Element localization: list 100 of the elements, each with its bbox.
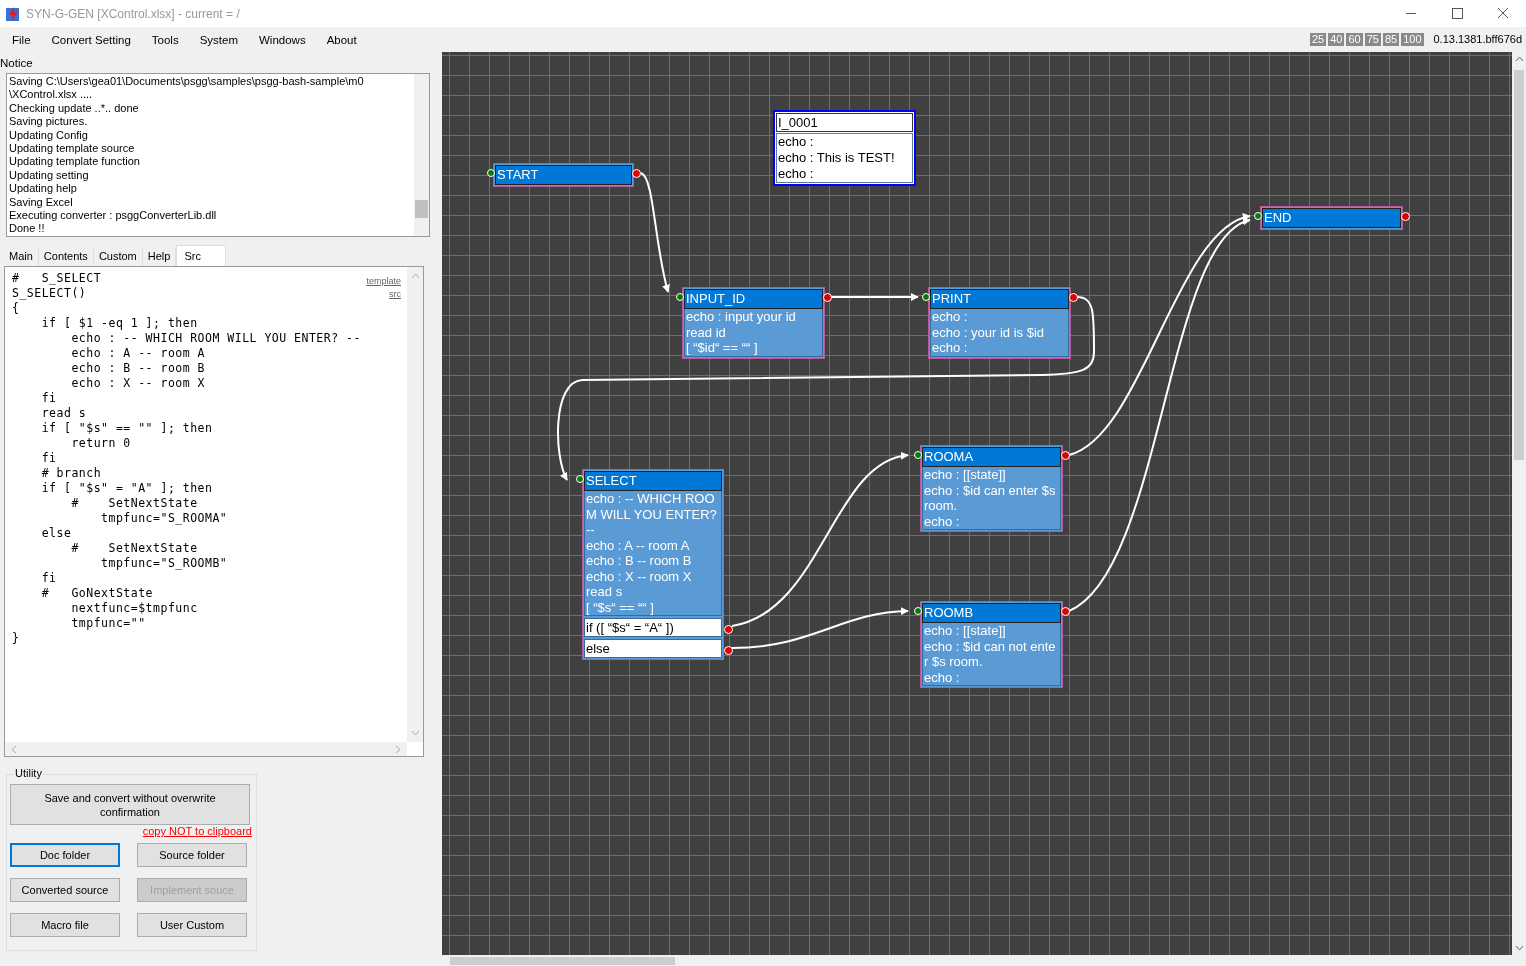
comment-node[interactable]: I_0001 echo : echo : This is TEST! echo :	[773, 110, 916, 186]
node-line: echo : $id can enter $s room.	[924, 482, 1057, 514]
state-node[interactable]: INPUT_ID echo : input your id read id [ “$id“ == ““ ]	[682, 287, 825, 359]
menu-item[interactable]: File	[3, 29, 40, 50]
code-line: read s	[40, 406, 87, 421]
state-canvas[interactable]	[442, 52, 1512, 955]
source-link[interactable]: src	[389, 288, 401, 301]
node-line: echo :	[777, 166, 815, 182]
input-port-icon[interactable]	[576, 475, 584, 483]
utility-button[interactable]: Doc folder	[10, 843, 120, 867]
code-line: S_SELECT()	[12, 286, 87, 301]
menu-item[interactable]: Convert Setting	[42, 29, 140, 50]
output-port-icon[interactable]	[1401, 212, 1410, 221]
node-line: echo : A -- room A	[586, 537, 691, 553]
node-line: [ “$id“ == ““ ]	[686, 340, 759, 356]
code-line: if [ "$s" = "A" ]; then	[40, 481, 213, 496]
code-line: tmpfunc="S_ROOMA"	[100, 511, 228, 526]
node-line: read s	[586, 584, 624, 600]
log-line: Checking update ..*.. done	[9, 101, 140, 116]
code-line: nextfunc=$tmpfunc	[70, 601, 198, 616]
window-title: SYN-G-GEN [XControl.xlsx] - current = /	[26, 5, 240, 23]
clipboard-link[interactable]: copy NOT to clipboard	[142, 825, 252, 838]
menu-item[interactable]: Tools	[142, 29, 188, 50]
log-line: Saving Excel	[9, 195, 74, 210]
node-line: echo : [[state]]	[924, 623, 1007, 639]
input-port-icon[interactable]	[676, 293, 684, 301]
node-line: read id	[686, 324, 727, 340]
tab[interactable]: Src	[176, 245, 227, 266]
branch-row: else	[584, 639, 722, 658]
utility-button[interactable]: User Custom	[137, 913, 247, 937]
output-port-icon[interactable]	[1061, 451, 1070, 460]
utility-button[interactable]: Converted source	[10, 878, 120, 902]
node-line: echo : input your id	[686, 309, 797, 325]
node-title: SELECT	[584, 471, 722, 491]
input-port-icon[interactable]	[914, 607, 922, 615]
node-line: echo : This is TEST!	[777, 150, 896, 166]
state-node[interactable]: ROOMB echo : [[state]] echo : $id can not enter $s room. echo :	[920, 601, 1063, 688]
scrollbar[interactable]	[414, 74, 429, 236]
code-line: # SetNextState	[70, 496, 198, 511]
log-line: Updating template function	[9, 155, 141, 169]
code-line: }	[12, 631, 20, 646]
state-node[interactable]: START	[493, 163, 634, 187]
input-port-icon[interactable]	[914, 451, 922, 459]
node-line: echo :	[777, 134, 815, 150]
node-line: [ “$s“ == ““ ]	[586, 599, 655, 615]
node-line: echo :	[924, 513, 961, 529]
code-line: echo : A -- room A	[70, 346, 205, 361]
output-port-icon[interactable]	[632, 169, 641, 178]
state-node[interactable]: END	[1260, 206, 1403, 230]
log-line: Saving pictures.	[9, 115, 89, 129]
node-line: echo : [[state]]	[924, 467, 1007, 483]
code-line: tmpfunc=""	[70, 616, 146, 631]
code-line: fi	[40, 571, 57, 586]
output-port-icon[interactable]	[724, 646, 733, 655]
notice-label: Notice	[0, 56, 34, 71]
log-line: Updating help	[9, 182, 78, 196]
scroll-down-icon[interactable]	[1514, 945, 1524, 951]
code-line: echo : X -- room X	[70, 376, 205, 391]
state-node[interactable]: PRINT echo : echo : your id is $id echo :	[928, 287, 1071, 359]
state-node[interactable]: ROOMA echo : [[state]] echo : $id can enter $s room. echo :	[920, 445, 1063, 532]
input-port-icon[interactable]	[487, 169, 495, 177]
log-line: Saving C:\Users\gea01\Documents\psgg\samples\psgg-bash-sample\m0	[9, 75, 365, 89]
code-line: # GoNextState	[40, 586, 154, 601]
node-line: echo : your id is $id	[932, 324, 1045, 340]
code-line: echo : B -- room B	[70, 361, 205, 376]
node-title: ROOMB	[922, 603, 1061, 623]
log-line: Updating template source	[9, 142, 136, 156]
code-line: fi	[40, 451, 57, 466]
menu-item[interactable]: Windows	[250, 29, 315, 50]
log-line: Updating Config	[9, 128, 89, 143]
node-line: echo :	[932, 309, 969, 325]
menu-item[interactable]: System	[190, 29, 247, 50]
code-line: fi	[40, 391, 57, 406]
log-line: \XControl.xlsx ....	[9, 88, 94, 102]
node-title: PRINT	[930, 289, 1069, 309]
output-port-icon[interactable]	[1061, 607, 1070, 616]
input-port-icon[interactable]	[1254, 212, 1262, 220]
group-label: Utility	[14, 766, 43, 780]
input-port-icon[interactable]	[922, 293, 930, 301]
output-port-icon[interactable]	[1069, 293, 1078, 302]
scroll-up-icon[interactable]	[1514, 56, 1524, 62]
utility-button[interactable]: Macro file	[10, 913, 120, 937]
node-line: echo : B -- room B	[586, 553, 693, 569]
node-title: ROOMA	[922, 447, 1061, 467]
save-convert-button[interactable]: Save and convert without overwrite confirmation	[10, 784, 250, 825]
code-line: # SetNextState	[70, 541, 198, 556]
utility-button[interactable]: Source folder	[137, 843, 247, 867]
state-node[interactable]: SELECT echo : -- WHICH ROOM WILL YOU ENTER? -- echo : A -- room A echo : B -- room B echo : X -- room X read s [ “$s“ == ““ ] if ([ “$s“ = “A“ ]) else	[582, 469, 724, 660]
output-port-icon[interactable]	[724, 625, 733, 634]
node-line: echo :	[924, 669, 961, 685]
code-line: if [ "$s" == "" ]; then	[40, 421, 213, 436]
output-port-icon[interactable]	[823, 293, 832, 302]
source-link[interactable]: template	[366, 275, 401, 288]
code-line: else	[40, 526, 72, 541]
menu-item[interactable]: About	[317, 29, 366, 50]
app-logo-icon	[5, 5, 21, 22]
node-title: INPUT_ID	[684, 289, 823, 309]
code-line: if [ $1 -eq 1 ]; then	[40, 316, 198, 331]
node-line: echo : $id can not enter $s room.	[924, 638, 1057, 670]
log-line: Executing converter : psggConverterLib.dll	[9, 209, 218, 223]
